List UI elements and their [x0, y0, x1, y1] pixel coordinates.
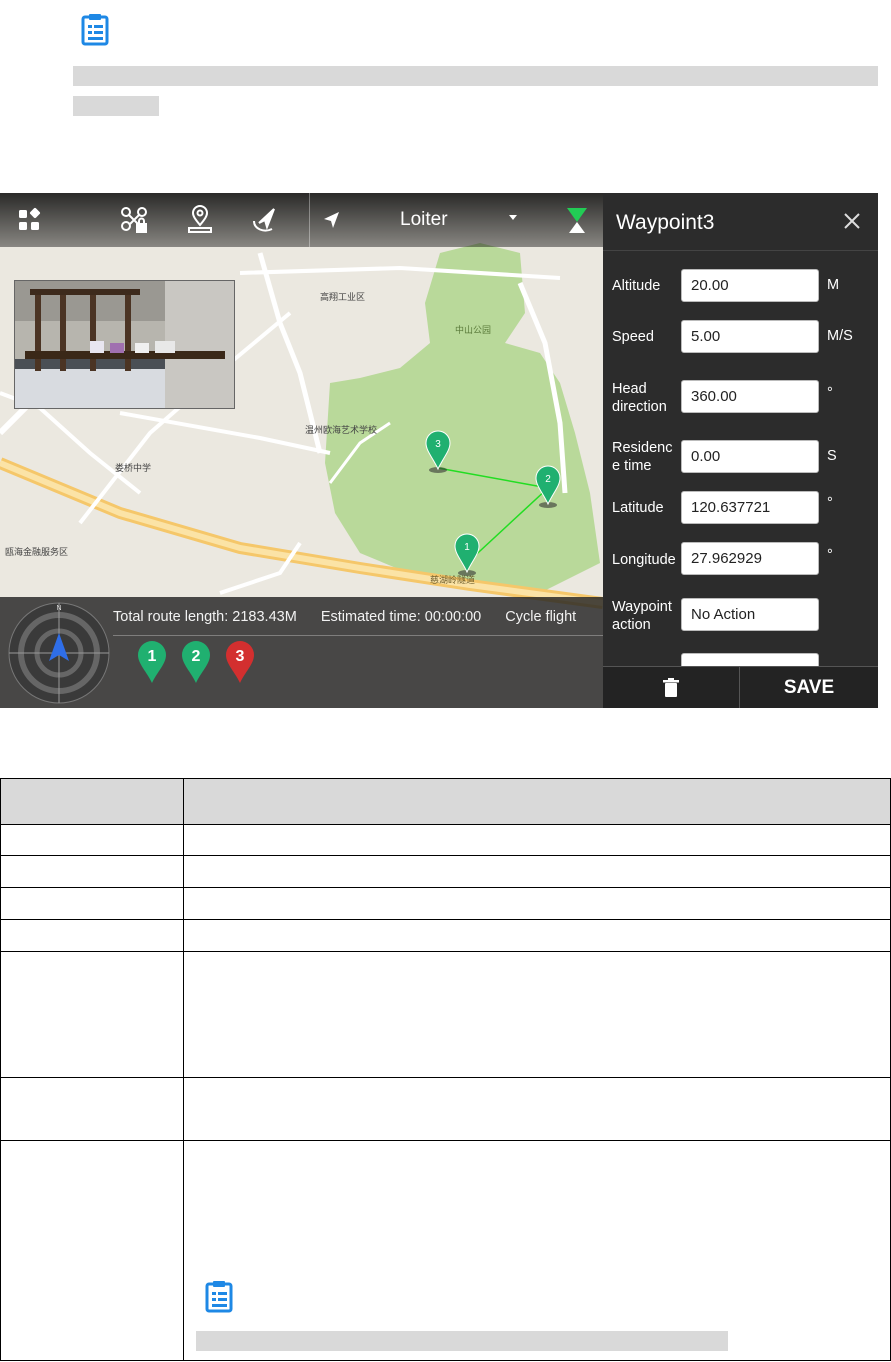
map-label-finance-center: 瓯海金融服务区: [5, 546, 68, 557]
residence-time-label: Residence time: [612, 440, 673, 474]
app-screenshot: 高翔工业区 中山公园 温州欧海艺术学校 慈湖岭隧道 娄桥中学 瓯海金融服务区 3…: [0, 193, 878, 708]
latitude-input[interactable]: 120.637721: [681, 491, 819, 524]
table-row: [0, 855, 891, 888]
svg-text:3: 3: [435, 439, 441, 450]
map-label-middle-school: 娄桥中学: [115, 462, 151, 473]
note-text-redacted: [196, 1331, 728, 1351]
panel-title: Waypoint3: [616, 211, 715, 234]
panel-footer: SAVE: [603, 666, 878, 708]
table-row: [0, 919, 891, 952]
close-icon[interactable]: [840, 209, 864, 233]
table-header-row: [0, 778, 891, 825]
waypoint-chip-1[interactable]: 1: [136, 639, 168, 685]
speed-input[interactable]: 5.00: [681, 320, 819, 353]
waypoint-editor-panel: Waypoint3 Altitude 20.00 M Speed 5.00 M/…: [603, 193, 878, 708]
svg-text:1: 1: [148, 648, 157, 665]
route-stats: Total route length: 2183.43M Estimated t…: [113, 609, 596, 625]
head-direction-label: Head direction: [612, 381, 667, 415]
altitude-input[interactable]: 20.00: [681, 269, 819, 302]
table-row: [0, 1077, 891, 1141]
signal-icon[interactable]: [560, 203, 594, 237]
svg-text:2: 2: [545, 474, 551, 485]
map-label-zhongshan-park: 中山公园: [455, 324, 491, 335]
longitude-label: Longitude: [612, 552, 676, 568]
top-toolbar: Loiter: [0, 193, 603, 247]
modules-icon[interactable]: [12, 203, 46, 237]
table-row: [0, 1140, 891, 1361]
altitude-unit: M: [827, 277, 840, 293]
svg-text:3: 3: [236, 648, 245, 665]
map-label-art-school: 温州欧海艺术学校: [305, 424, 377, 435]
note-icon: [78, 12, 112, 46]
residence-time-unit: S: [827, 448, 837, 464]
latitude-unit: °: [827, 495, 833, 511]
residence-time-input[interactable]: 0.00: [681, 440, 819, 473]
flight-mode-value: Loiter: [400, 209, 448, 230]
cycle-flight-text[interactable]: Cycle flight: [505, 609, 576, 625]
svg-text:1: 1: [464, 542, 470, 553]
svg-text:2: 2: [192, 648, 201, 665]
head-direction-input[interactable]: 360.00: [681, 380, 819, 413]
chevron-down-icon: [509, 215, 517, 220]
trash-icon: [663, 678, 679, 697]
speed-label: Speed: [612, 329, 654, 345]
camera-video-preview[interactable]: [14, 280, 235, 409]
waypoint-chip-3[interactable]: 3: [224, 639, 256, 685]
longitude-input[interactable]: 27.962929: [681, 542, 819, 575]
table-row: [0, 951, 891, 1078]
waypoint-action-label: Waypoint action: [612, 599, 672, 633]
panel-divider: [603, 250, 878, 251]
table-row: [0, 887, 891, 920]
note-text-redacted-line-2: [73, 96, 159, 116]
delete-button[interactable]: [603, 667, 740, 708]
navigation-arrow-icon[interactable]: [315, 203, 349, 237]
route-info-bar: N Total route length: 2183.43M Estimated…: [0, 597, 603, 708]
drone-lock-icon[interactable]: [117, 203, 151, 237]
save-button[interactable]: SAVE: [740, 667, 878, 708]
latitude-label: Latitude: [612, 500, 664, 516]
map-label-industrial-zone: 高翔工业区: [320, 291, 365, 302]
note-text-redacted-line-1: [73, 66, 878, 86]
table-header-cell-2: [183, 778, 891, 825]
route-length-text: Total route length: 2183.43M: [113, 609, 297, 625]
stats-divider: [113, 635, 603, 636]
table-row: [0, 824, 891, 856]
route-send-icon[interactable]: [248, 203, 282, 237]
flight-mode-select[interactable]: Loiter: [385, 205, 525, 235]
waypoint-action-select[interactable]: No Action: [681, 598, 819, 631]
location-pin-icon[interactable]: [183, 203, 217, 237]
estimated-time-text: Estimated time: 00:00:00: [320, 609, 482, 625]
note-icon: [202, 1279, 236, 1313]
svg-text:N: N: [56, 605, 61, 612]
altitude-label: Altitude: [612, 278, 661, 294]
table-header-cell-1: [0, 778, 184, 825]
toolbar-divider: [309, 193, 310, 247]
head-direction-unit: °: [827, 385, 833, 401]
speed-unit: M/S: [827, 328, 853, 344]
parameter-table: [0, 778, 891, 1361]
compass-icon: N: [8, 602, 110, 704]
longitude-unit: °: [827, 547, 833, 563]
waypoint-chip-2[interactable]: 2: [180, 639, 212, 685]
